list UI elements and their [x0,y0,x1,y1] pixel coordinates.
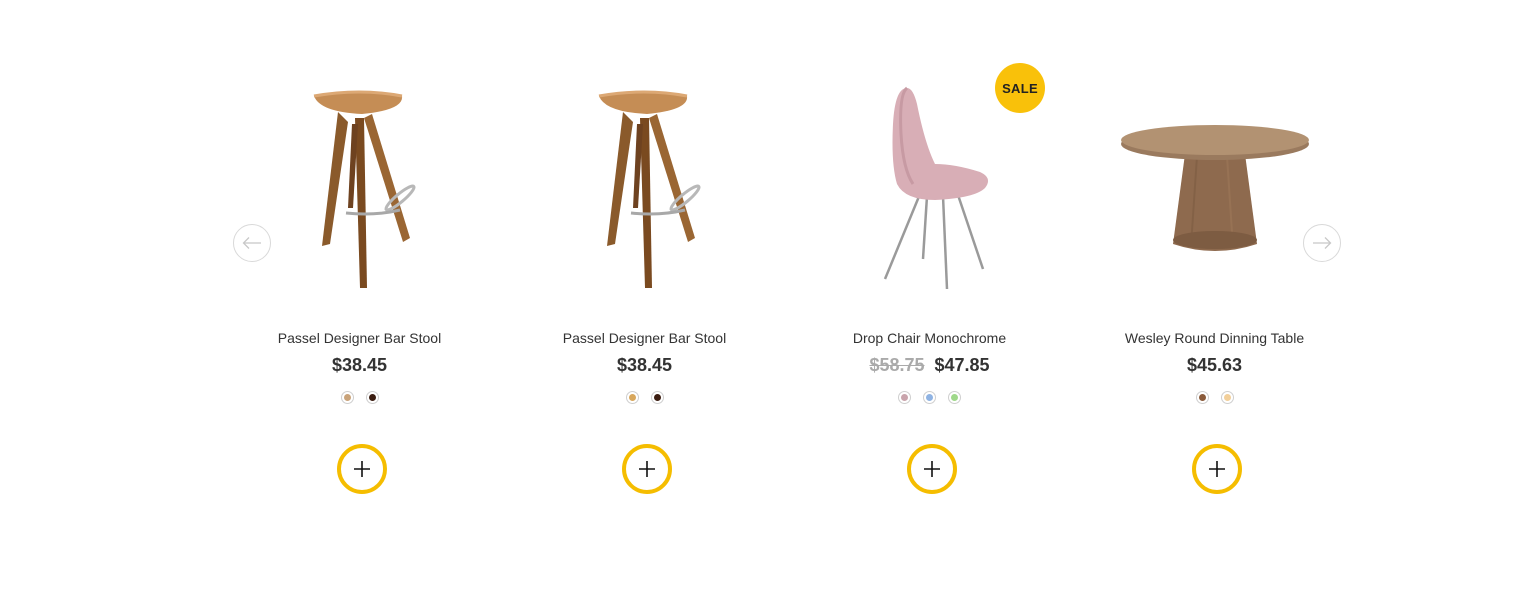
add-to-cart-button[interactable] [1192,444,1242,494]
product-image[interactable] [217,50,502,310]
product-title[interactable]: Passel Designer Bar Stool [502,330,787,346]
product-title[interactable]: Passel Designer Bar Stool [217,330,502,346]
color-swatch[interactable] [1220,391,1234,404]
product-price-row: $45.63 [1072,355,1357,376]
plus-icon [1209,461,1225,477]
add-to-cart-button[interactable] [622,444,672,494]
color-swatches [502,391,787,404]
round-table-image [1120,125,1309,251]
color-swatch[interactable] [625,391,639,404]
product-card: Wesley Round Dinning Table $45.63 [1072,50,1357,520]
color-swatch[interactable] [365,391,379,404]
product-image[interactable] [1072,50,1357,310]
drop-chair-image [883,86,988,290]
color-swatch[interactable] [898,391,911,404]
plus-icon [924,461,940,477]
sale-badge: SALE [995,63,1045,113]
color-swatches [1072,391,1357,404]
color-swatch[interactable] [340,391,354,404]
bar-stool-image [598,90,701,288]
product-price: $45.63 [1186,355,1243,375]
color-swatch[interactable] [948,391,961,404]
plus-icon [639,461,655,477]
product-title[interactable]: Wesley Round Dinning Table [1072,330,1357,346]
product-title[interactable]: Drop Chair Monochrome [787,330,1072,346]
product-price-row: $38.45 [502,355,787,376]
color-swatch[interactable] [923,391,936,404]
plus-icon [354,461,370,477]
product-price-row: $58.75 $47.85 [787,355,1072,376]
product-card: Passel Designer Bar Stool $38.45 [502,50,787,520]
add-to-cart-button[interactable] [907,444,957,494]
color-swatch[interactable] [1195,391,1209,404]
color-swatch[interactable] [650,391,664,404]
add-to-cart-button[interactable] [337,444,387,494]
product-price: $38.45 [616,355,673,375]
product-price: $47.85 [934,355,990,375]
color-swatches [787,391,1072,404]
product-image[interactable] [502,50,787,310]
color-swatches [217,391,502,404]
product-price-row: $38.45 [217,355,502,376]
product-price: $38.45 [331,355,388,375]
product-carousel: Passel Designer Bar Stool $38.45 Passel … [0,0,1530,613]
product-card: Passel Designer Bar Stool $38.45 [217,50,502,520]
bar-stool-image [313,90,416,288]
product-old-price: $58.75 [869,355,925,375]
product-card: SALE Drop Chair Monochrome $58.75 $47.85 [787,50,1072,520]
